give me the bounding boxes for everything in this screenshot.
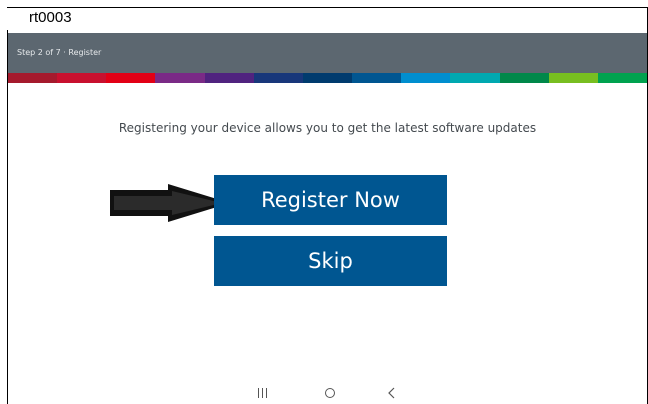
back-button[interactable] xyxy=(377,382,407,404)
recents-button[interactable] xyxy=(248,382,278,404)
strip-segment-1 xyxy=(57,73,107,83)
strip-segment-7 xyxy=(352,73,402,83)
page-frame-top xyxy=(7,7,648,8)
strip-segment-2 xyxy=(106,73,156,83)
arrow-right-icon xyxy=(110,184,230,222)
step-indicator: Step 2 of 7 · Register xyxy=(17,48,102,57)
home-button[interactable] xyxy=(315,382,345,404)
back-icon xyxy=(388,387,395,399)
register-instruction: Registering your device allows you to ge… xyxy=(118,121,537,135)
recents-icon xyxy=(258,388,267,398)
strip-segment-12 xyxy=(597,73,648,83)
strip-segment-6 xyxy=(302,73,353,83)
strip-segment-10 xyxy=(499,73,549,83)
system-nav-bar xyxy=(8,382,647,404)
page-frame-left xyxy=(7,30,8,404)
strip-segment-11 xyxy=(548,73,598,83)
strip-segment-0 xyxy=(8,73,58,83)
strip-segment-9 xyxy=(450,73,500,83)
reference-code: rt0003 xyxy=(29,9,72,26)
strip-segment-8 xyxy=(401,73,451,83)
brand-color-strip xyxy=(8,73,648,83)
strip-segment-4 xyxy=(204,73,254,83)
strip-segment-5 xyxy=(253,73,303,83)
home-icon xyxy=(325,388,335,398)
header-bar xyxy=(8,33,647,73)
strip-segment-3 xyxy=(155,73,205,83)
register-now-button[interactable]: Register Now xyxy=(214,175,447,225)
skip-button[interactable]: Skip xyxy=(214,236,447,286)
